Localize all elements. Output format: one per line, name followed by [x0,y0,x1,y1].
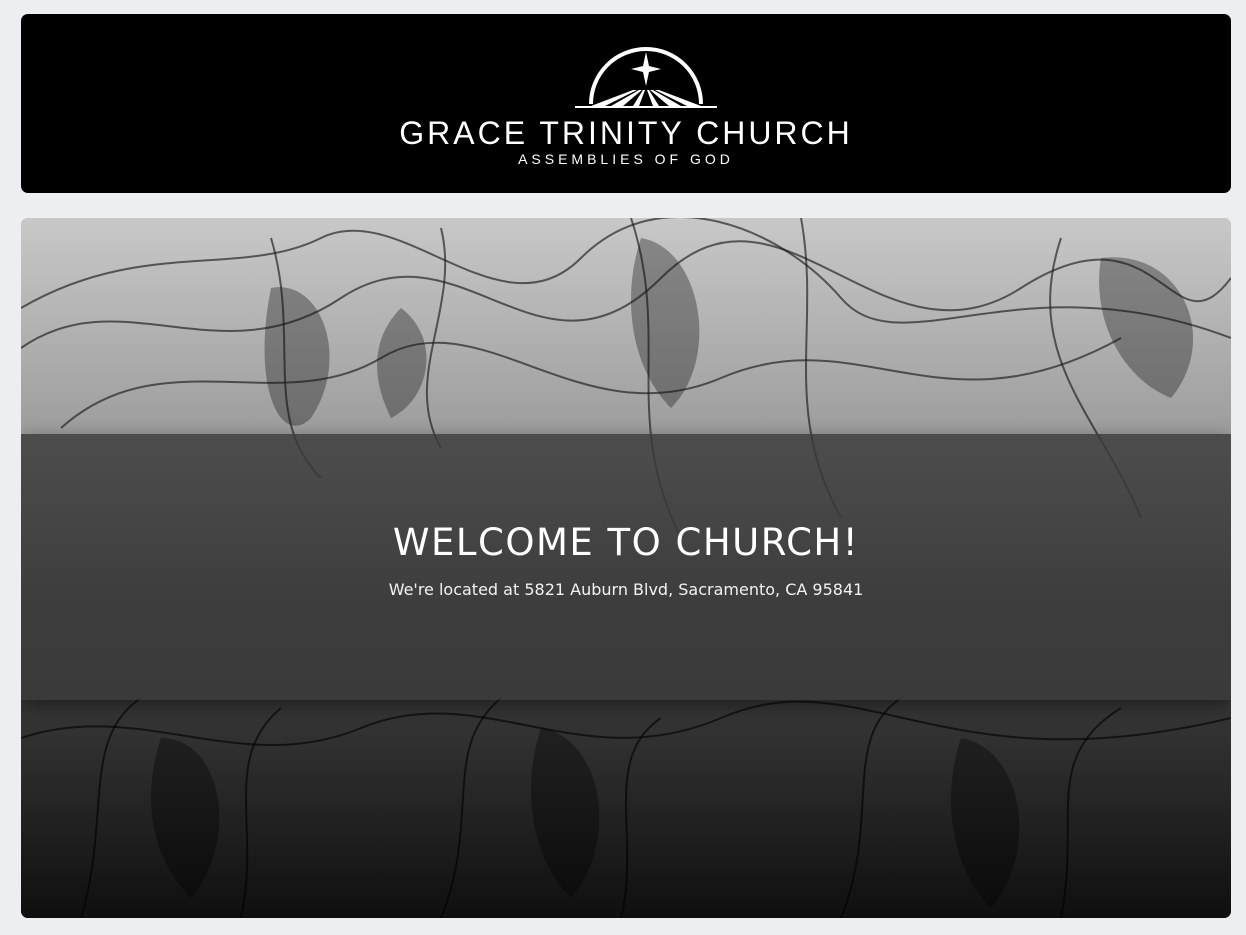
denomination-subtitle: ASSEMBLIES OF GOD [518,151,734,167]
church-address: We're located at 5821 Auburn Blvd, Sacra… [388,580,864,599]
church-name: GRACE TRINITY CHURCH [399,115,853,151]
welcome-title: WELCOME TO CHURCH! [392,521,860,564]
welcome-banner [21,434,1231,700]
site-header: GRACE TRINITY CHURCH ASSEMBLIES OF GOD [21,14,1231,193]
star-over-horizon-icon[interactable] [571,44,721,124]
hero-section: WELCOME TO CHURCH! We're located at 5821… [21,218,1231,918]
